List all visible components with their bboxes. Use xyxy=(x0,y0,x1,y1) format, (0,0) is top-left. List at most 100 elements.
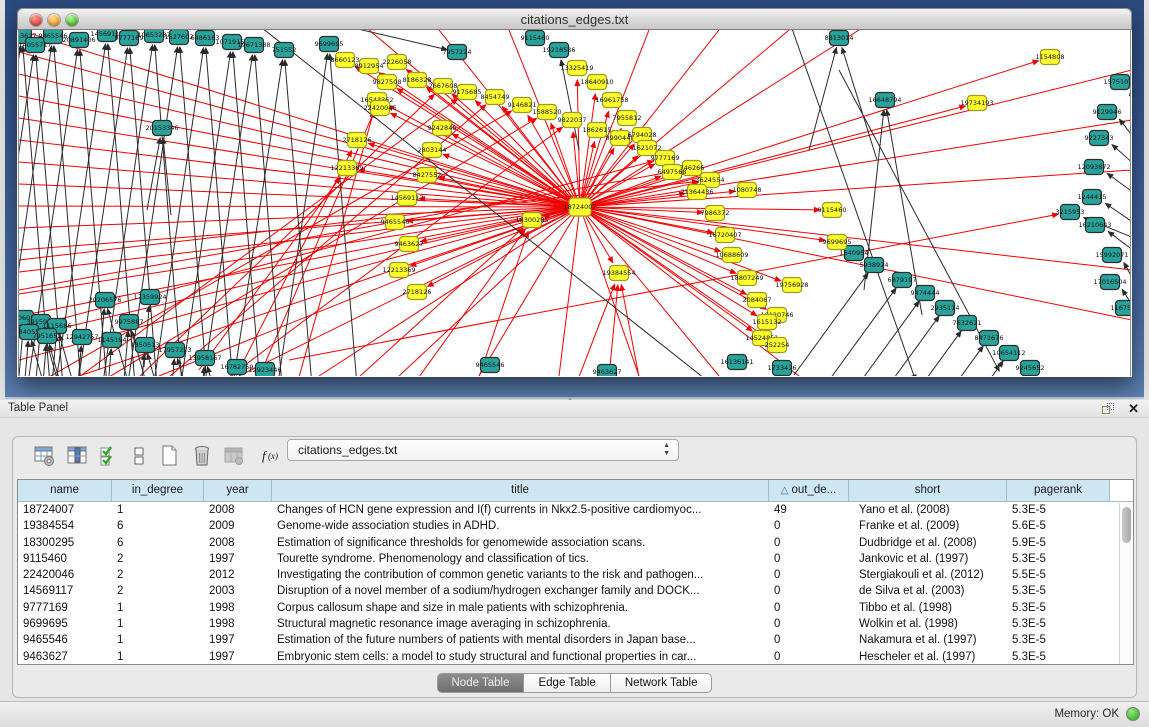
column-header-short[interactable]: short xyxy=(849,480,1007,502)
svg-text:9463627: 9463627 xyxy=(593,368,622,376)
new-file-icon[interactable] xyxy=(156,443,182,469)
svg-text:9129946: 9129946 xyxy=(1093,108,1122,116)
column-header-in_degree[interactable]: in_degree xyxy=(112,480,204,502)
svg-text:1350513: 1350513 xyxy=(131,341,160,349)
clear-selection-icon[interactable] xyxy=(126,443,152,469)
svg-text:2803144: 2803144 xyxy=(418,146,447,154)
svg-text:6794028: 6794028 xyxy=(628,131,657,139)
svg-text:12942757: 12942757 xyxy=(65,333,98,341)
table-cell: Structural magnetic resonance image aver… xyxy=(272,616,769,632)
svg-text:19384554: 19384554 xyxy=(602,269,635,277)
table-cell: 2 xyxy=(112,583,204,599)
svg-text:10688609: 10688609 xyxy=(715,251,748,259)
table-cell: 5.3E-5 xyxy=(1007,551,1110,567)
table-cell: 1 xyxy=(112,649,204,665)
table-row[interactable]: 1872400712008Changes of HCN gene express… xyxy=(18,502,1133,518)
svg-text:15751074: 15751074 xyxy=(1103,78,1131,86)
svg-text:22420046: 22420046 xyxy=(363,104,396,112)
svg-text:9175685: 9175685 xyxy=(453,88,482,96)
svg-text:1862615: 1862615 xyxy=(583,126,612,134)
table-cell: 1998 xyxy=(204,600,272,616)
table-cell: 5.3E-5 xyxy=(1007,583,1110,599)
table-cell: 2009 xyxy=(204,518,272,534)
tab-network-table[interactable]: Network Table xyxy=(611,673,713,693)
table-cell: Changes of HCN gene expression and I(f) … xyxy=(272,502,769,518)
table-cell: 5.5E-5 xyxy=(1007,567,1110,583)
svg-text:9465546: 9465546 xyxy=(381,218,410,226)
svg-text:2718126: 2718126 xyxy=(403,288,432,296)
table-row[interactable]: 911546021997Tourette syndrome. Phenomeno… xyxy=(18,551,1133,567)
svg-text:7986372: 7986372 xyxy=(701,209,730,217)
table-cell: 14569117 xyxy=(18,583,112,599)
table-cell: 9465546 xyxy=(18,632,112,648)
delete-icon[interactable] xyxy=(189,443,215,469)
svg-text:2935114: 2935114 xyxy=(931,304,960,312)
svg-text:9242848: 9242848 xyxy=(428,124,457,132)
network-window-titlebar[interactable]: citations_edges.txt xyxy=(17,8,1132,30)
function-builder-icon[interactable]: f(x) xyxy=(258,443,284,469)
table-cell: 2008 xyxy=(204,502,272,518)
table-cell: Stergiakouli et al. (2012) xyxy=(849,567,1007,583)
svg-text:18724007: 18724007 xyxy=(563,203,596,211)
float-window-icon[interactable] xyxy=(1102,403,1115,415)
table-row[interactable]: 1456911722003Disruption of a novel membe… xyxy=(18,583,1133,599)
svg-text:9822037: 9822037 xyxy=(558,116,587,124)
column-header-name[interactable]: name xyxy=(18,480,112,502)
svg-text:19756928: 19756928 xyxy=(775,281,808,289)
table-selector-dropdown[interactable]: citations_edges.txt ▲▼ xyxy=(287,439,679,461)
table-cell: 0 xyxy=(769,600,849,616)
column-header-pagerank[interactable]: pagerank xyxy=(1007,480,1110,502)
svg-text:18807249: 18807249 xyxy=(730,274,763,282)
network-canvas[interactable]: 9463627140557179465546208914061456911797… xyxy=(18,30,1131,376)
vertical-scrollbar[interactable] xyxy=(1119,503,1132,664)
svg-text:16961758: 16961758 xyxy=(595,96,628,104)
table-cell: 0 xyxy=(769,583,849,599)
table-row[interactable]: 1830029562008Estimation of significance … xyxy=(18,535,1133,551)
tab-edge-table[interactable]: Edge Table xyxy=(524,673,610,693)
column-header-year[interactable]: year xyxy=(204,480,272,502)
select-all-icon[interactable] xyxy=(96,443,122,469)
table-cell: 1997 xyxy=(204,632,272,648)
table-row[interactable]: 977716911998Corpus callosum shape and si… xyxy=(18,600,1133,616)
table-cell: Investigating the contribution of common… xyxy=(272,567,769,583)
scrollbar-thumb[interactable] xyxy=(1122,507,1131,543)
svg-text:16720407: 16720407 xyxy=(708,231,741,239)
tab-node-table[interactable]: Node Table xyxy=(437,673,525,693)
svg-text:9465546: 9465546 xyxy=(476,361,505,369)
table-row[interactable]: 946554611997Estimation of the future num… xyxy=(18,632,1133,648)
network-window[interactable]: citations_edges.txt 94636271405571794655… xyxy=(17,8,1132,377)
table-cell: Estimation of the future numbers of pati… xyxy=(272,632,769,648)
table-cell: 22420046 xyxy=(18,567,112,583)
svg-text:12213369: 12213369 xyxy=(382,266,415,274)
svg-text:16136141: 16136141 xyxy=(720,358,753,366)
table-header-row: namein_degreeyeartitle△out_de...shortpag… xyxy=(18,480,1133,502)
table-settings-icon[interactable] xyxy=(31,443,57,469)
svg-text:9699695: 9699695 xyxy=(315,40,344,48)
status-bar: Memory: OK xyxy=(0,701,1149,727)
table-row[interactable]: 2242004622012Investigating the contribut… xyxy=(18,567,1133,583)
import-table-icon[interactable] xyxy=(221,443,247,469)
table-cell: 0 xyxy=(769,567,849,583)
svg-text:2084067: 2084067 xyxy=(743,296,772,304)
close-panel-icon[interactable]: ✕ xyxy=(1128,401,1139,417)
show-columns-icon[interactable] xyxy=(64,443,90,469)
svg-text:8454749: 8454749 xyxy=(481,93,510,101)
node-table[interactable]: namein_degreeyeartitle△out_de...shortpag… xyxy=(17,479,1134,665)
svg-text:19218586: 19218586 xyxy=(542,46,575,54)
memory-status-label: Memory: OK xyxy=(1054,708,1119,720)
svg-text:1080748: 1080748 xyxy=(733,186,762,194)
table-cell: 1 xyxy=(112,632,204,648)
table-row[interactable]: 969969511998Structural magnetic resonanc… xyxy=(18,616,1133,632)
svg-text:16210643: 16210643 xyxy=(1078,221,1111,229)
table-cell: 5.3E-5 xyxy=(1007,502,1110,518)
table-row[interactable]: 946362711997Embryonic stem cells: a mode… xyxy=(18,649,1133,665)
column-header-title[interactable]: title xyxy=(272,480,769,502)
table-cell: Estimation of significance thresholds fo… xyxy=(272,535,769,551)
table-row[interactable]: 1938455462009Genome-wide association stu… xyxy=(18,518,1133,534)
svg-text:15992071: 15992071 xyxy=(1095,251,1128,259)
svg-text:12923446: 12923446 xyxy=(248,366,281,374)
svg-text:(x): (x) xyxy=(268,451,278,461)
column-header-out_de[interactable]: △out_de... xyxy=(769,480,849,502)
table-cell: Genome-wide association studies in ADHD. xyxy=(272,518,769,534)
svg-text:6497568: 6497568 xyxy=(658,168,687,176)
